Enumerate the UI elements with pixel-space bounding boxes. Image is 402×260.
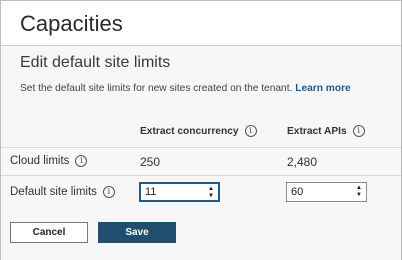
column-header-label: Extract APIs bbox=[287, 125, 347, 137]
extract-apis-input[interactable] bbox=[287, 186, 347, 198]
row-label: Default site limits bbox=[10, 186, 97, 198]
spin-arrows-icon[interactable]: ▲ ▼ bbox=[208, 186, 214, 200]
learn-more-link[interactable]: Learn more bbox=[295, 83, 350, 94]
cancel-button[interactable]: Cancel bbox=[10, 222, 88, 243]
row-divider bbox=[1, 175, 401, 176]
description-text: Set the default site limits for new site… bbox=[20, 83, 293, 94]
capacities-panel: Capacities Edit default site limits Set … bbox=[0, 0, 402, 260]
divider bbox=[1, 45, 401, 46]
info-icon[interactable]: i bbox=[352, 125, 365, 137]
page-title: Capacities bbox=[20, 11, 123, 36]
info-icon[interactable]: i bbox=[75, 155, 88, 167]
row-divider bbox=[1, 147, 401, 148]
info-icon[interactable]: i bbox=[102, 186, 115, 198]
info-icon[interactable]: i bbox=[244, 125, 257, 137]
cloud-limit-concurrency-value: 250 bbox=[140, 155, 161, 169]
extract-concurrency-input[interactable] bbox=[141, 186, 201, 198]
section-description: Set the default site limits for new site… bbox=[20, 83, 351, 94]
extract-apis-stepper[interactable]: ▲▼ bbox=[286, 182, 367, 202]
default-site-limits-label: Default site limits i bbox=[10, 186, 115, 198]
save-button[interactable]: Save bbox=[98, 222, 176, 243]
column-header-extract-concurrency: Extract concurrency i bbox=[140, 125, 257, 137]
column-header-label: Extract concurrency bbox=[140, 125, 239, 137]
spin-arrows-icon[interactable]: ▲ ▼ bbox=[356, 185, 362, 199]
extract-concurrency-stepper[interactable]: ▲▼ bbox=[139, 182, 220, 202]
row-label: Cloud limits bbox=[10, 155, 70, 167]
section-title: Edit default site limits bbox=[20, 54, 171, 71]
cloud-limits-label: Cloud limits i bbox=[10, 155, 88, 167]
column-header-extract-apis: Extract APIs i bbox=[287, 125, 365, 137]
cloud-limit-apis-value: 2,480 bbox=[287, 155, 318, 169]
